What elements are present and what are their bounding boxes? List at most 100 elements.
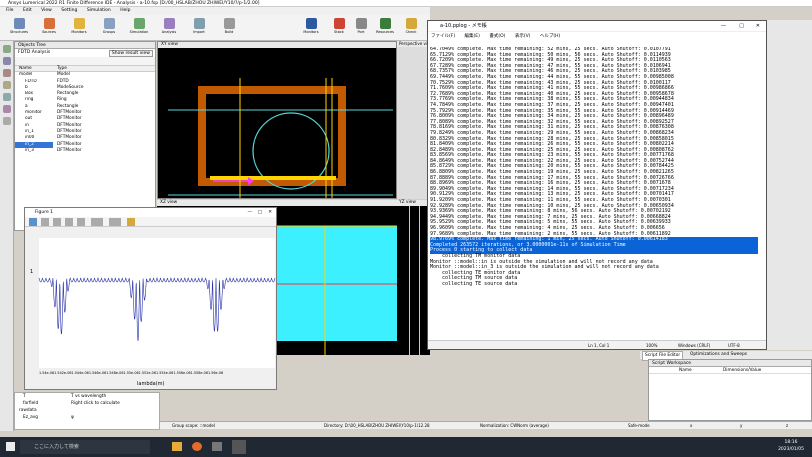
groups-icon <box>103 18 115 29</box>
close-icon[interactable]: ✕ <box>268 208 272 217</box>
normalization-text: Normalization: CWNorm (average) <box>480 423 549 428</box>
objects-tree-title: Objects Tree <box>15 42 155 49</box>
edit-icon[interactable] <box>127 218 135 226</box>
menu-view[interactable]: View <box>41 8 52 13</box>
groups-button[interactable]: Groups <box>98 17 120 39</box>
sources-button[interactable]: Sources <box>38 17 60 39</box>
maximize-icon[interactable]: □ <box>258 208 262 217</box>
taskbar-clock[interactable]: 18:16 2023/01/05 <box>778 439 804 453</box>
log-text-area[interactable]: 64.7049% complete. Max time remaining: 5… <box>430 47 758 337</box>
optimizations-tab[interactable]: Optimizations and Sweeps <box>690 351 747 359</box>
stack-icon <box>333 18 345 29</box>
check-icon <box>405 18 417 29</box>
log-title: a-10.pplog - メモ帳 <box>440 23 487 29</box>
log-menu: ファイル(F) 編集(E) 書式(O) 表示(V) ヘルプ(H) <box>428 32 766 41</box>
log-menu-view[interactable]: 表示(V) <box>515 34 531 39</box>
rotate-icon[interactable] <box>77 218 85 226</box>
log-maximize-icon[interactable]: □ <box>739 21 744 32</box>
yz-view[interactable]: YZ view <box>397 200 430 355</box>
objects-tree-rows: model Model FDTD FDTD b ModeSource Box Recta… <box>15 72 155 154</box>
rotate-icon[interactable] <box>3 81 11 89</box>
app-icon[interactable] <box>212 442 222 451</box>
monitor-icon <box>305 18 317 29</box>
log-menu-file[interactable]: ファイル(F) <box>431 34 455 39</box>
firefox-icon[interactable] <box>192 442 202 451</box>
log-status-bar: Ln 1, Col 1 100% Windows (CRLF) UTF-8 <box>428 340 766 349</box>
ruler-icon[interactable] <box>3 105 11 113</box>
menu-simulation[interactable]: Simulation <box>87 8 111 13</box>
yz-monitor-line <box>409 206 410 355</box>
tree-row[interactable]: in_3 DFTMonitor <box>15 148 155 154</box>
result-row[interactable]: farfield Right click to calculate <box>15 400 159 407</box>
port-icon <box>355 18 367 29</box>
objects-tree-toolbar <box>15 57 155 66</box>
log-close-icon[interactable]: ✕ <box>756 21 760 32</box>
minimize-icon[interactable]: — <box>248 208 253 217</box>
log-menu-edit[interactable]: 編集(E) <box>465 34 480 39</box>
menu-help[interactable]: Help <box>120 8 130 13</box>
check-button[interactable]: Check <box>400 17 422 39</box>
import-button[interactable]: Import <box>188 17 210 39</box>
log-notepad-window[interactable]: a-10.pplog - メモ帳 — □ ✕ ファイル(F) 編集(E) 書式(… <box>427 20 767 350</box>
right-tabs: Script File Editor Optimizations and Swe… <box>640 351 812 361</box>
grid-icon[interactable] <box>3 117 11 125</box>
log-menu-format[interactable]: 書式(O) <box>489 34 505 39</box>
stack-button[interactable]: Stack <box>328 17 350 39</box>
simulation-icon <box>133 18 145 29</box>
yz-view-title: YZ view <box>397 200 430 206</box>
select-icon[interactable] <box>3 45 11 53</box>
sources-icon <box>43 18 55 29</box>
result-row[interactable]: Ez_avg ψ <box>15 414 159 421</box>
monitors-toolbar-button[interactable]: Monitors <box>300 17 322 39</box>
fdtd-analysis-label: FDTD Analysis <box>18 50 51 55</box>
line-style-icon[interactable] <box>91 218 103 226</box>
windows-taskbar: ここに入力して検索 18:16 2023/01/05 <box>0 437 812 457</box>
data-cursor-icon[interactable] <box>65 218 73 226</box>
safe-mode-checkbox[interactable]: Safe-mode <box>628 422 650 430</box>
script-workspace-header: Name Dimensions/Value <box>649 367 811 374</box>
window-title-bar: Ansys Lumerical 2022 R1 Finite Differenc… <box>0 0 812 7</box>
figure-window[interactable]: Figure 1 — □ ✕ 1 1.54e-061.542e-061.544e… <box>24 207 277 390</box>
script-workspace-title: Script Workspace <box>649 360 811 367</box>
pan-icon[interactable] <box>53 218 61 226</box>
xy-view[interactable]: XY view <box>157 41 397 199</box>
resources-button[interactable]: Resources <box>374 17 396 39</box>
directory-text: Directory: D:\00_HSLAB\ZHOU ZHIWEI\Y10\p… <box>324 423 430 428</box>
port-button[interactable]: Port <box>350 17 372 39</box>
objects-tree-panel: Objects Tree FDTD Analysis Show result v… <box>14 41 156 231</box>
window-title: Ansys Lumerical 2022 R1 Finite Differenc… <box>8 1 260 6</box>
zoom-icon[interactable] <box>3 57 11 65</box>
monitors-button[interactable]: Monitors <box>68 17 90 39</box>
yz-monitor-line-2 <box>419 206 420 355</box>
zoom-out-icon[interactable] <box>41 218 49 226</box>
menu-setting[interactable]: Setting <box>61 8 77 13</box>
zoom-in-icon[interactable] <box>29 218 37 226</box>
simulation-button[interactable]: Simulation <box>128 17 150 39</box>
taskbar-search-box[interactable]: ここに入力して検索 <box>20 440 150 454</box>
pan-icon[interactable] <box>3 69 11 77</box>
log-menu-help[interactable]: ヘルプ(H) <box>540 34 560 39</box>
measure-icon[interactable] <box>3 93 11 101</box>
x-axis-label: lambda(m) <box>137 381 165 387</box>
perspective-view[interactable]: Perspective view <box>397 41 430 199</box>
status-bar: Group scope: ::model Directory: D:\00_HS… <box>160 421 812 429</box>
log-minimize-icon[interactable]: — <box>721 21 726 32</box>
menu-file[interactable]: File <box>6 8 14 13</box>
ribbon-toolbar: Structures Sources Monitors Groups Simul… <box>0 15 430 41</box>
structures-icon <box>13 18 25 29</box>
result-row[interactable]: TT vs wavelength <box>15 393 159 400</box>
result-row[interactable]: rawdata <box>15 407 159 414</box>
figure-title-bar: Figure 1 — □ ✕ <box>25 208 276 217</box>
analysis-button[interactable]: Analysis <box>158 17 180 39</box>
marker-icon[interactable] <box>109 218 121 226</box>
explorer-icon[interactable] <box>172 442 182 451</box>
lumerical-icon[interactable] <box>232 440 246 454</box>
resources-icon <box>379 18 391 29</box>
y-tick-label: 1 <box>30 269 33 275</box>
xy-view-canvas <box>168 78 393 198</box>
show-result-view-button[interactable]: Show result view <box>108 50 153 57</box>
build-button[interactable]: Build <box>218 17 240 39</box>
menu-edit[interactable]: Edit <box>23 8 32 13</box>
windows-start-icon[interactable] <box>6 442 15 451</box>
structures-button[interactable]: Structures <box>8 17 30 39</box>
